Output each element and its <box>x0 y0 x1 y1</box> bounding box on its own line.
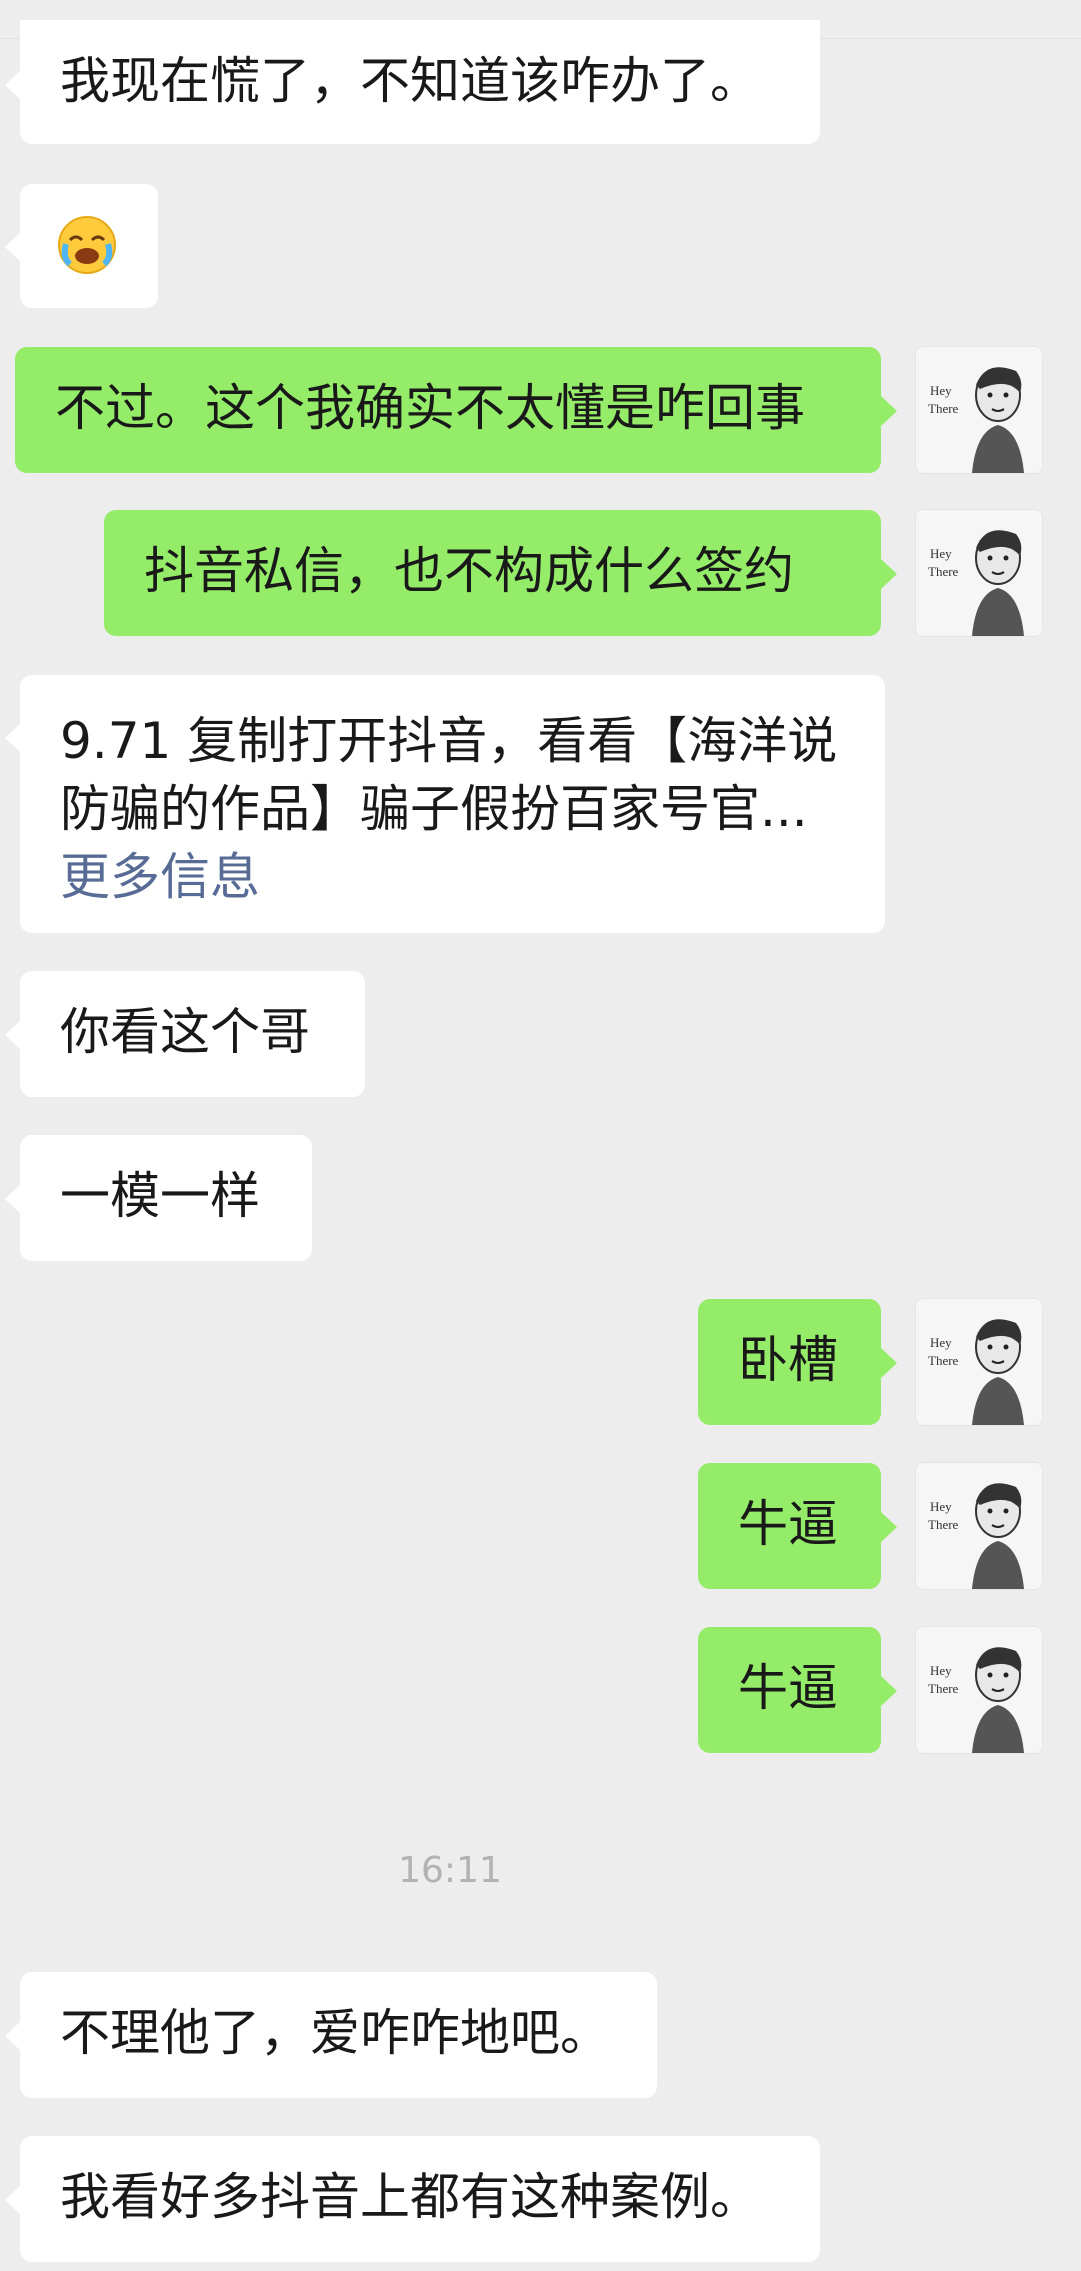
message-text: 牛逼 <box>738 1659 838 1717</box>
message-text: 不过。这个我确实不太懂是咋回事 <box>55 379 805 437</box>
message-bubble-incoming[interactable]: 一模一样 <box>20 1135 312 1261</box>
caricature-avatar-icon: Hey There <box>916 347 1042 473</box>
svg-text:Hey: Hey <box>930 546 952 561</box>
bubble-tail <box>5 232 21 262</box>
svg-text:There: There <box>928 401 959 416</box>
message-text: 卧槽 <box>738 1331 838 1389</box>
message-bubble-incoming[interactable]: 我看好多抖音上都有这种案例。 <box>20 2136 820 2262</box>
message-bubble-outgoing[interactable]: 抖音私信，也不构成什么签约 <box>104 510 881 636</box>
message-bubble-outgoing[interactable]: 卧槽 <box>698 1299 881 1425</box>
message-bubble-incoming[interactable]: 你看这个哥 <box>20 971 365 1097</box>
message-bubble-incoming[interactable]: 不理他了，爱咋咋地吧。 <box>20 1972 657 2098</box>
avatar[interactable]: Hey There <box>915 1626 1043 1754</box>
svg-text:There: There <box>928 1681 959 1696</box>
svg-text:Hey: Hey <box>930 1663 952 1678</box>
bubble-tail <box>881 1676 897 1706</box>
caricature-avatar-icon: Hey There <box>916 1463 1042 1589</box>
more-info-link[interactable]: 更多信息 <box>60 843 885 911</box>
message-bubble-emoji[interactable] <box>20 184 158 308</box>
avatar[interactable]: Hey There <box>915 1462 1043 1590</box>
message-bubble-outgoing[interactable]: 不过。这个我确实不太懂是咋回事 <box>15 347 881 473</box>
message-text: 不理他了，爱咋咋地吧。 <box>60 2004 610 2062</box>
caricature-avatar-icon: Hey There <box>916 1627 1042 1753</box>
svg-text:Hey: Hey <box>930 1499 952 1514</box>
svg-text:Hey: Hey <box>930 1335 952 1350</box>
svg-text:Hey: Hey <box>930 383 952 398</box>
bubble-tail <box>5 2185 21 2215</box>
avatar[interactable]: Hey There <box>915 346 1043 474</box>
message-text: 我看好多抖音上都有这种案例。 <box>60 2168 760 2226</box>
message-bubble-incoming[interactable]: 我现在慌了，不知道该咋办了。 <box>20 20 820 144</box>
message-text: 我现在慌了，不知道该咋办了。 <box>60 52 760 110</box>
svg-text:There: There <box>928 1517 959 1532</box>
timestamp: 16:11 <box>398 1850 502 1891</box>
bubble-tail <box>5 1020 21 1050</box>
avatar[interactable]: Hey There <box>915 509 1043 637</box>
caricature-avatar-icon: Hey There <box>916 510 1042 636</box>
crying-face-emoji-icon <box>56 214 118 276</box>
message-text: 牛逼 <box>738 1495 838 1553</box>
link-card-bubble[interactable]: 9.71 复制打开抖音，看看【海洋说 防骗的作品】骗子假扮百家号官... 更多信… <box>20 675 885 933</box>
bubble-tail <box>5 723 21 753</box>
bubble-tail <box>5 2021 21 2051</box>
bubble-tail <box>881 1512 897 1542</box>
caricature-avatar-icon: Hey There <box>916 1299 1042 1425</box>
link-card-line: 防骗的作品】骗子假扮百家号官... <box>60 780 808 838</box>
message-bubble-outgoing[interactable]: 牛逼 <box>698 1627 881 1753</box>
bubble-tail <box>881 396 897 426</box>
message-text: 一模一样 <box>60 1167 260 1225</box>
message-text: 抖音私信，也不构成什么签约 <box>144 542 794 600</box>
bubble-tail <box>5 1184 21 1214</box>
link-card-line: 9.71 复制打开抖音，看看【海洋说 <box>60 712 838 770</box>
avatar[interactable]: Hey There <box>915 1298 1043 1426</box>
bubble-tail <box>5 70 21 100</box>
svg-text:There: There <box>928 564 959 579</box>
message-text: 你看这个哥 <box>60 1003 310 1061</box>
bubble-tail <box>881 1348 897 1378</box>
bubble-tail <box>881 559 897 589</box>
svg-text:There: There <box>928 1353 959 1368</box>
message-bubble-outgoing[interactable]: 牛逼 <box>698 1463 881 1589</box>
